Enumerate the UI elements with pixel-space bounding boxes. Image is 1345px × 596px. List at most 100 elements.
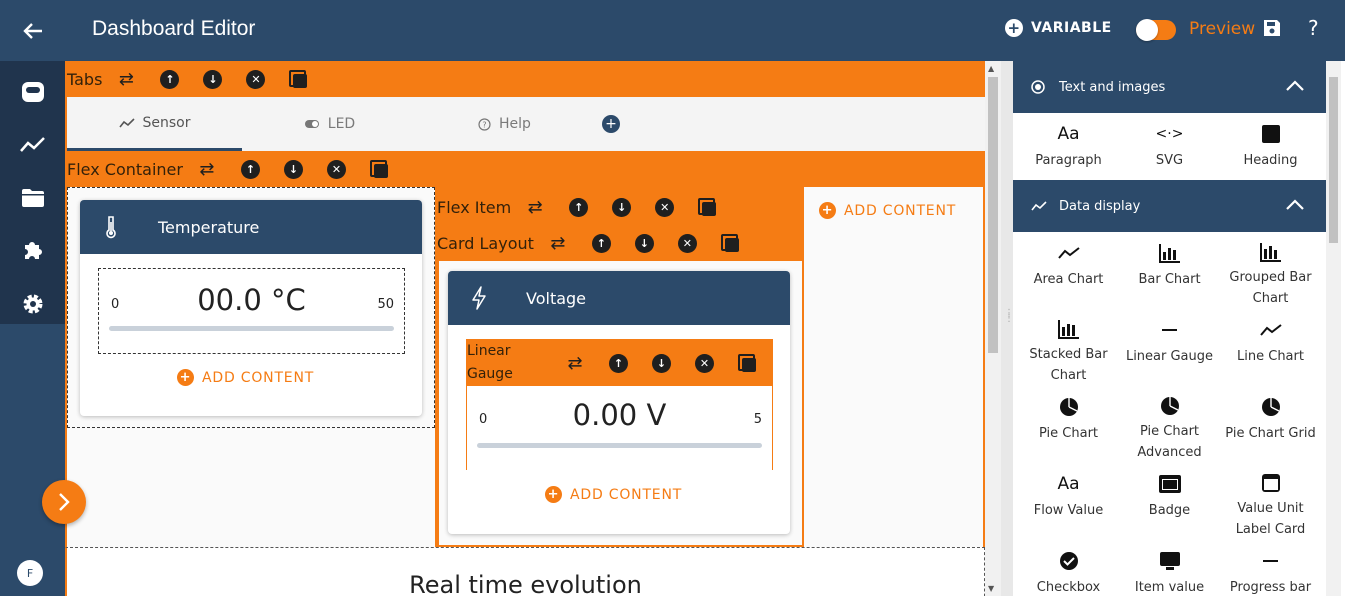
swap-icon[interactable]: ⇄ <box>116 69 136 90</box>
duplicate-icon[interactable] <box>369 160 388 178</box>
swap-icon[interactable]: ⇄ <box>565 353 585 374</box>
section-title: Text and images <box>1059 79 1166 95</box>
move-up-icon[interactable]: ↑ <box>591 233 611 253</box>
gauge-track <box>109 326 394 331</box>
section-header-data-display[interactable]: Data display <box>1013 180 1326 232</box>
section-header-text-images[interactable]: Text and images <box>1013 61 1326 113</box>
line-chart-icon <box>1031 201 1047 211</box>
tab-sensor[interactable]: Sensor <box>67 97 242 151</box>
tab-led[interactable]: LED <box>242 97 417 151</box>
palette-item-area-chart[interactable]: Area Chart <box>1018 232 1119 309</box>
remove-icon[interactable]: ✕ <box>695 353 714 373</box>
palette-item-progress-bar[interactable]: Progress bar <box>1220 540 1321 596</box>
section-title: Data display <box>1059 198 1141 214</box>
swap-icon[interactable]: ⇄ <box>197 159 217 180</box>
palette-item-pie-chart[interactable]: Pie Chart <box>1018 386 1119 463</box>
move-down-icon[interactable]: ↓ <box>283 159 303 179</box>
move-down-icon[interactable]: ↓ <box>203 69 223 89</box>
swap-icon[interactable]: ⇄ <box>525 197 545 218</box>
palette-item-line-chart[interactable]: Line Chart <box>1220 309 1321 386</box>
palette-item-pie-chart-grid[interactable]: Pie Chart Grid <box>1220 386 1321 463</box>
preview-label[interactable]: Preview <box>1189 19 1255 39</box>
palette-scrollbar[interactable] <box>1326 61 1341 596</box>
move-down-icon[interactable]: ↓ <box>634 233 654 253</box>
duplicate-icon[interactable] <box>289 70 308 88</box>
card-header: Temperature <box>80 200 422 254</box>
palette-item-flow-value[interactable]: Aa Flow Value <box>1018 463 1119 540</box>
add-tab-button[interactable]: + <box>602 115 620 133</box>
remove-icon[interactable]: ✕ <box>246 69 266 89</box>
move-up-icon[interactable]: ↑ <box>609 353 628 373</box>
add-content-button[interactable]: + ADD CONTENT <box>819 202 956 219</box>
item-label: Pie Chart Advanced <box>1137 424 1202 460</box>
palette-item-heading[interactable]: Heading <box>1220 113 1321 180</box>
move-up-icon[interactable]: ↑ <box>240 159 260 179</box>
item-label: Progress bar <box>1229 580 1312 595</box>
puzzle-icon[interactable] <box>0 224 65 277</box>
add-content-button[interactable]: + ADD CONTENT <box>545 486 682 503</box>
palette-item-stacked-bar-chart[interactable]: Stacked Bar Chart <box>1018 309 1119 386</box>
palette-item-checkbox[interactable]: Checkbox <box>1018 540 1119 596</box>
back-arrow-icon[interactable] <box>0 0 65 61</box>
palette-item-pie-chart-advanced[interactable]: Pie Chart Advanced <box>1119 386 1220 463</box>
palette-item-value-unit-label-card[interactable]: Value Unit Label Card <box>1220 463 1321 540</box>
temperature-card: Temperature 0 00.0 °C 50 + ADD CONTENT <box>80 200 422 416</box>
scroll-up-icon[interactable]: ▲ <box>988 64 994 73</box>
palette-item-linear-gauge[interactable]: Linear Gauge <box>1119 309 1220 386</box>
avatar[interactable]: F <box>17 560 43 586</box>
linear-gauge-icon <box>1162 319 1177 341</box>
swap-icon[interactable]: ⇄ <box>548 233 568 254</box>
scrollbar-thumb[interactable] <box>988 77 998 353</box>
remove-icon[interactable]: ✕ <box>677 233 697 253</box>
add-content-button[interactable]: + ADD CONTENT <box>177 369 314 386</box>
palette-item-grouped-bar-chart[interactable]: Grouped Bar Chart <box>1220 232 1321 309</box>
folder-icon[interactable] <box>0 171 65 224</box>
tab-bar: Sensor LED ? Help + <box>65 97 985 151</box>
panel-splitter[interactable]: ⋮ ⋮ <box>1001 61 1014 596</box>
gauge-value: 00.0 °C <box>197 283 306 317</box>
thermometer-icon <box>80 215 142 239</box>
palette-item-bar-chart[interactable]: Bar Chart <box>1119 232 1220 309</box>
flex-item-label: Flex Item <box>437 197 512 217</box>
tabs-toolbar: Tabs ⇄ ↑ ↓ ✕ <box>65 61 985 97</box>
duplicate-icon[interactable] <box>738 354 756 372</box>
palette-item-paragraph[interactable]: Aa Paragraph <box>1018 113 1119 180</box>
tab-label: LED <box>327 116 356 132</box>
chart-line-icon[interactable] <box>0 118 65 171</box>
gauge-max: 5 <box>753 412 762 427</box>
card-layout-toolbar: Card Layout ⇄ ↑ ↓ ✕ <box>437 225 802 261</box>
plus-icon: + <box>177 369 194 386</box>
tab-help[interactable]: ? Help <box>417 97 592 151</box>
flex-container-toolbar: Flex Container ⇄ ↑ ↓ ✕ <box>65 151 985 187</box>
move-up-icon[interactable]: ↑ <box>160 69 180 89</box>
remove-icon[interactable]: ✕ <box>655 197 675 217</box>
duplicate-icon[interactable] <box>720 234 739 252</box>
chevron-up-icon[interactable] <box>1286 75 1304 96</box>
preview-toggle[interactable] <box>1136 19 1176 41</box>
palette-item-item-value[interactable]: Item value <box>1119 540 1220 596</box>
move-down-icon[interactable]: ↓ <box>612 197 632 217</box>
plus-icon: + <box>545 486 562 503</box>
scroll-down-icon[interactable]: ▼ <box>988 584 994 593</box>
gear-icon[interactable] <box>0 277 65 330</box>
canvas-scrollbar[interactable]: ▲ ▼ <box>985 61 1001 596</box>
palette-item-badge[interactable]: Badge <box>1119 463 1220 540</box>
palette-item-svg[interactable]: <·> SVG <box>1119 113 1220 180</box>
remove-icon[interactable]: ✕ <box>326 159 346 179</box>
move-down-icon[interactable]: ↓ <box>652 353 671 373</box>
dashboard-icon[interactable] <box>0 65 65 118</box>
scrollbar-thumb[interactable] <box>1329 77 1338 243</box>
item-value-icon <box>1159 550 1181 572</box>
save-icon[interactable] <box>1262 18 1282 42</box>
linear-gauge-label: Linear Gauge <box>467 343 513 382</box>
chevron-right-icon[interactable] <box>42 480 86 524</box>
help-button[interactable]: ? <box>1308 16 1319 40</box>
add-content-label: ADD CONTENT <box>844 202 957 219</box>
move-up-icon[interactable]: ↑ <box>569 197 589 217</box>
add-content-label: ADD CONTENT <box>202 369 315 386</box>
flex-item-toolbar: Flex Item ⇄ ↑ ↓ ✕ <box>437 189 802 225</box>
chevron-up-icon[interactable] <box>1286 194 1304 215</box>
add-variable-button[interactable]: + VARIABLE <box>1005 19 1112 37</box>
line-chart-icon <box>1259 319 1282 341</box>
duplicate-icon[interactable] <box>698 198 717 216</box>
